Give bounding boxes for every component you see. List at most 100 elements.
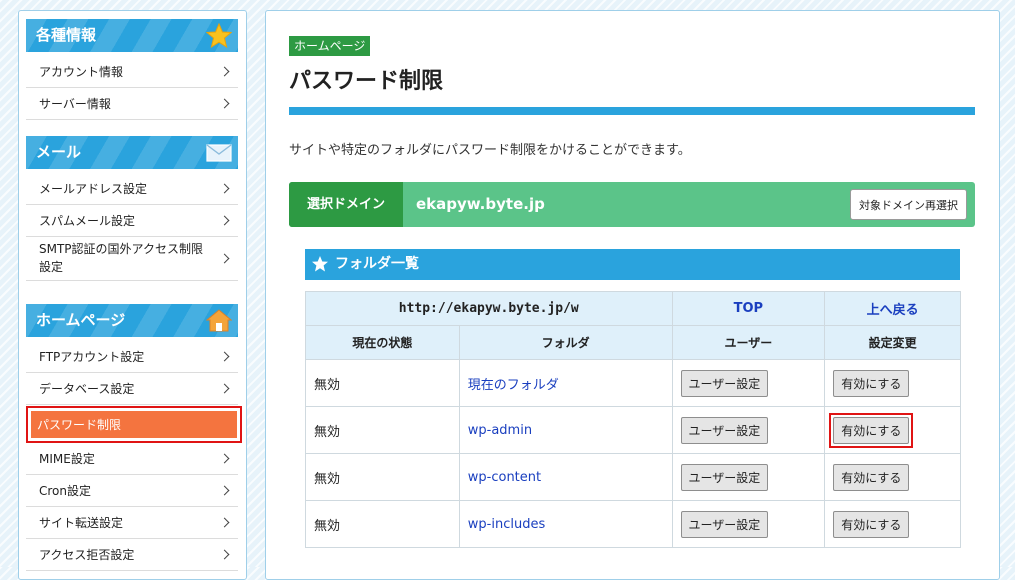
folder-list-header: フォルダ一覧 [305,249,960,280]
user-cell: ユーザー設定 [671,359,826,407]
status-cell: 無効 [305,359,460,407]
page-title: パスワード制限 [289,69,444,94]
status-cell: 無効 [305,406,460,454]
chevron-right-icon [219,351,230,361]
section-title: 各種情報 [36,26,97,44]
status-cell: 無効 [305,453,460,501]
section-title: ホームページ [36,311,126,329]
sidebar-section-mail-header: メール [26,136,238,169]
enable-button[interactable]: 有効にする [833,463,910,491]
sidebar-item-server-info[interactable]: サーバー情報 [26,88,238,120]
enable-button[interactable]: 有効にする [833,510,910,538]
current-url: http://ekapyw.byte.jp/w [305,291,673,326]
user-settings-button[interactable]: ユーザー設定 [680,463,769,491]
chevron-right-icon [219,66,230,76]
breadcrumb[interactable]: ホームページ [289,36,371,56]
sidebar-item-spam-mail[interactable]: スパムメール設定 [26,205,238,237]
reselect-domain-button[interactable]: 対象ドメイン再選択 [850,189,967,220]
mail-icon [206,144,232,162]
sidebar-item-site-redirect[interactable]: サイト転送設定 [26,507,238,539]
folder-list-title: フォルダ一覧 [335,256,419,272]
sidebar-item-label: メールアドレス設定 [39,182,148,196]
chevron-right-icon [219,215,230,225]
sidebar-section-homepage-header: ホームページ [26,304,238,337]
sidebar-item-label: アクセス拒否設定 [39,548,135,562]
sidebar-item-mime[interactable]: MIME設定 [26,443,238,475]
table-row: 無効 wp-includes ユーザー設定 有効にする [305,500,961,548]
user-settings-button[interactable]: ユーザー設定 [680,510,769,538]
sidebar-item-label: Cron設定 [39,484,91,498]
action-cell: 有効にする [824,453,961,501]
sidebar-item-active[interactable]: パスワード制限 [31,411,237,438]
user-cell: ユーザー設定 [671,500,826,548]
chevron-right-icon [219,383,230,393]
user-cell: ユーザー設定 [671,453,826,501]
user-settings-button[interactable]: ユーザー設定 [680,369,769,397]
status-cell: 無効 [305,500,460,548]
folder-link[interactable]: wp-content [458,453,673,501]
table-row: 無効 wp-admin ユーザー設定 有効にする [305,406,961,454]
chevron-right-icon [219,98,230,108]
up-link[interactable]: 上へ戻る [824,291,961,326]
sidebar-item-access-deny[interactable]: アクセス拒否設定 [26,539,238,571]
home-icon [206,309,232,332]
column-header-settings: 設定変更 [824,325,961,360]
sidebar-section-homepage-items: FTPアカウント設定 データベース設定 パスワード制限 MIME設定 Cron設… [26,341,242,571]
chevron-right-icon [219,453,230,463]
action-cell: 有効にする [824,359,961,407]
page-description: サイトや特定のフォルダにパスワード制限をかけることができます。 [289,143,691,158]
table-url-row: http://ekapyw.byte.jp/w TOP 上へ戻る [305,291,961,326]
folder-table: http://ekapyw.byte.jp/w TOP 上へ戻る 現在の状態 フ… [305,291,961,548]
domain-bar: 選択ドメイン ekapyw.byte.jp 対象ドメイン再選択 [289,182,975,227]
domain-label: 選択ドメイン [289,182,403,227]
star-icon [312,256,328,272]
user-cell: ユーザー設定 [671,406,826,454]
chevron-right-icon [219,549,230,559]
column-header-user: ユーザー [671,325,826,360]
sidebar-item-label: サーバー情報 [39,97,111,111]
star-icon [206,23,232,48]
sidebar-section-info-header: 各種情報 [26,19,238,52]
sidebar-section-mail-items: メールアドレス設定 スパムメール設定 SMTP認証の国外アクセス制限設定 [26,173,238,281]
sidebar-item-account-info[interactable]: アカウント情報 [26,56,238,88]
sidebar-item-ftp-account[interactable]: FTPアカウント設定 [26,341,238,373]
chevron-right-icon [219,517,230,527]
action-cell: 有効にする [824,406,961,454]
chevron-right-icon [219,485,230,495]
section-title: メール [36,143,82,161]
sidebar-item-cron[interactable]: Cron設定 [26,475,238,507]
domain-value: ekapyw.byte.jp [416,195,545,213]
sidebar-item-label: SMTP認証の国外アクセス制限設定 [39,242,203,274]
table-row: 無効 wp-content ユーザー設定 有効にする [305,453,961,501]
title-divider [289,107,975,115]
table-row: 無効 現在のフォルダ ユーザー設定 有効にする [305,359,961,407]
sidebar-item-label: FTPアカウント設定 [39,350,145,364]
column-header-folder: フォルダ [458,325,673,360]
sidebar-item-label: アカウント情報 [39,65,124,79]
top-link[interactable]: TOP [671,291,826,326]
sidebar-item-smtp-restriction[interactable]: SMTP認証の国外アクセス制限設定 [26,237,238,281]
sidebar-item-password-restriction[interactable]: パスワード制限 [26,405,242,443]
sidebar-item-label: スパムメール設定 [39,214,136,228]
action-cell: 有効にする [824,500,961,548]
enable-button[interactable]: 有効にする [833,369,910,397]
highlight-box: パスワード制限 [26,406,242,443]
sidebar: 各種情報 アカウント情報 サーバー情報 メール メールアドレス設定 スパムメール… [18,10,247,580]
sidebar-item-label: MIME設定 [39,452,95,466]
chevron-right-icon [219,253,230,263]
sidebar-item-label: サイト転送設定 [39,516,124,530]
enable-button[interactable]: 有効にする [833,416,910,444]
sidebar-section-info-items: アカウント情報 サーバー情報 [26,56,238,120]
column-header-state: 現在の状態 [305,325,460,360]
sidebar-item-label: データベース設定 [39,382,135,396]
folder-link[interactable]: wp-admin [458,406,673,454]
user-settings-button[interactable]: ユーザー設定 [680,416,769,444]
main-panel: ホームページ パスワード制限 サイトや特定のフォルダにパスワード制限をかけること… [265,10,1000,580]
table-header-row: 現在の状態 フォルダ ユーザー 設定変更 [305,325,961,360]
highlight-box: 有効にする [829,412,914,448]
chevron-right-icon [219,183,230,193]
sidebar-item-mail-address[interactable]: メールアドレス設定 [26,173,238,205]
folder-link[interactable]: wp-includes [458,500,673,548]
folder-link[interactable]: 現在のフォルダ [458,359,673,407]
sidebar-item-database[interactable]: データベース設定 [26,373,238,405]
